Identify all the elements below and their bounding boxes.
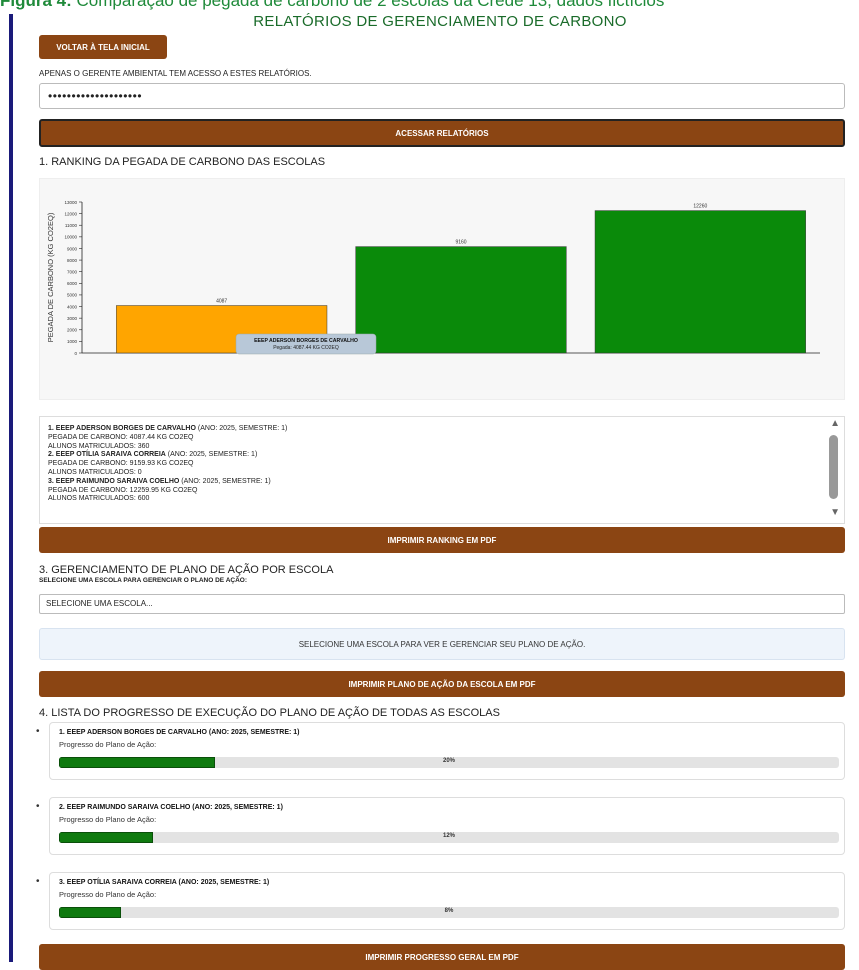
scroll-up-icon[interactable]: ▲ bbox=[830, 419, 840, 429]
ranking-item-pegada: PEGADA DE CARBONO: 4087.44 KG CO2EQ bbox=[48, 433, 194, 441]
progress-school-title: 3. EEEP OTÍLIA SARAIVA CORREIA (ANO: 202… bbox=[59, 879, 270, 886]
y-axis-label: PEGADA DE CARBONO (KG CO2EQ) bbox=[46, 212, 55, 342]
left-border bbox=[9, 14, 13, 962]
y-tick-label: 0 bbox=[74, 351, 77, 356]
ranking-item-meta: (ANO: 2025, SEMESTRE: 1) bbox=[179, 477, 271, 485]
list-bullet: • bbox=[36, 726, 40, 737]
ranking-item-alunos: ALUNOS MATRICULADOS: 600 bbox=[48, 495, 150, 503]
bar-value-label: 4087 bbox=[216, 299, 227, 305]
bar-value-label: 12260 bbox=[693, 204, 707, 210]
ranking-chart-svg: 0 1000 2000 3000 4000 5000 6000 7000 8000 9000 100… bbox=[46, 200, 820, 356]
progress-bar: 12% bbox=[59, 832, 839, 843]
y-tick-label: 8000 bbox=[67, 258, 78, 263]
bar bbox=[355, 246, 567, 354]
scroll-down-icon[interactable]: ▼ bbox=[830, 508, 840, 518]
y-tick-label: 6000 bbox=[67, 281, 78, 286]
ranking-list[interactable]: 1. EEEP ADERSON BORGES DE CARVALHO (ANO:… bbox=[39, 416, 845, 524]
ranking-item-name: 2. EEEP OTÍLIA SARAIVA CORREIA bbox=[48, 451, 166, 459]
page-title: RELATÓRIOS DE GERENCIAMENTO DE CARBONO bbox=[253, 13, 627, 30]
school-select-label: SELECIONE UMA ESCOLA PARA GERENCIAR O PL… bbox=[39, 577, 248, 584]
section-plan-title: 3. GERENCIAMENTO DE PLANO DE AÇÃO POR ES… bbox=[39, 564, 334, 576]
progress-label: Progresso do Plano de Ação: bbox=[59, 890, 157, 899]
ranking-item-title: 2. EEEP OTÍLIA SARAIVA CORREIA (ANO: 202… bbox=[48, 451, 814, 460]
ranking-item-pegada: PEGADA DE CARBONO: 12259.95 KG CO2EQ bbox=[48, 486, 198, 494]
y-tick-label: 4000 bbox=[67, 304, 78, 309]
y-tick-label: 13000 bbox=[64, 200, 77, 205]
tooltip-title: EEEP ADERSON BORGES DE CARVALHO bbox=[254, 338, 358, 344]
progress-card: 3. EEEP OTÍLIA SARAIVA CORREIA (ANO: 202… bbox=[49, 872, 845, 930]
y-tick-label: 3000 bbox=[67, 316, 78, 321]
bar bbox=[594, 210, 806, 354]
back-home-button[interactable]: VOLTAR À TELA INICIAL bbox=[39, 35, 167, 59]
progress-label: Progresso do Plano de Ação: bbox=[59, 815, 157, 824]
section-progress-title: 4. LISTA DO PROGRESSO DE EXECUÇÃO DO PLA… bbox=[39, 707, 500, 719]
chart-tooltip bbox=[235, 333, 377, 355]
ranking-item-name: 1. EEEP ADERSON BORGES DE CARVALHO bbox=[48, 425, 196, 432]
school-select[interactable]: SELECIONE UMA ESCOLA... bbox=[39, 594, 845, 614]
progress-percent: 20% bbox=[442, 758, 455, 764]
ranking-item-pegada: PEGADA DE CARBONO: 9159.93 KG CO2EQ bbox=[48, 460, 194, 468]
scrollbar-thumb[interactable] bbox=[829, 435, 838, 499]
bar-value-label: 9160 bbox=[455, 240, 466, 246]
y-tick-label: 11000 bbox=[65, 223, 78, 228]
figure-label: Figura 4: bbox=[0, 0, 72, 10]
figure-caption-text: Comparação de pegada de carbono de 2 esc… bbox=[71, 0, 665, 10]
password-field[interactable]: •••••••••••••••••••• bbox=[39, 83, 845, 109]
y-tick-label: 12000 bbox=[64, 211, 77, 216]
progress-school-title: 2. EEEP RAIMUNDO SARAIVA COELHO (ANO: 20… bbox=[59, 804, 283, 811]
access-reports-button[interactable]: ACESSAR RELATÓRIOS bbox=[39, 119, 845, 147]
figure-caption: Figura 4: Comparação de pegada de carbon… bbox=[0, 0, 859, 11]
tooltip-text: Pegada: 4087.44 KG CO2EQ bbox=[273, 345, 339, 351]
progress-school-title: 1. EEEP ADERSON BORGES DE CARVALHO (ANO:… bbox=[59, 729, 300, 736]
y-tick-label: 5000 bbox=[67, 293, 78, 298]
ranking-item-name: 3. EEEP RAIMUNDO SARAIVA COELHO bbox=[48, 477, 180, 485]
access-note: APENAS O GERENTE AMBIENTAL TEM ACESSO A … bbox=[39, 69, 312, 78]
ranking-item-title: 3. EEEP RAIMUNDO SARAIVA COELHO (ANO: 20… bbox=[48, 478, 814, 487]
ranking-item-meta: (ANO: 2025, SEMESTRE: 1) bbox=[165, 451, 258, 459]
progress-percent: 12% bbox=[442, 833, 455, 839]
y-tick-label: 10000 bbox=[64, 235, 77, 240]
progress-card: 2. EEEP RAIMUNDO SARAIVA COELHO (ANO: 20… bbox=[49, 797, 845, 855]
y-tick-label: 7000 bbox=[67, 269, 78, 274]
progress-card: 1. EEEP ADERSON BORGES DE CARVALHO (ANO:… bbox=[49, 722, 845, 780]
ranking-chart: 0 1000 2000 3000 4000 5000 6000 7000 8000 9000 100… bbox=[39, 178, 845, 400]
y-tick-label: 2000 bbox=[67, 328, 78, 333]
progress-bar: 20% bbox=[59, 757, 839, 768]
progress-label: Progresso do Plano de Ação: bbox=[59, 740, 157, 749]
progress-bar: 8% bbox=[59, 907, 839, 918]
print-plan-button[interactable]: IMPRIMIR PLANO DE AÇÃO DA ESCOLA EM PDF bbox=[39, 671, 845, 697]
print-ranking-button[interactable]: IMPRIMIR RANKING EM PDF bbox=[39, 527, 845, 553]
ranking-item-meta: (ANO: 2025, SEMESTRE: 1) bbox=[195, 425, 288, 432]
ranking-item-alunos: ALUNOS MATRICULADOS: 0 bbox=[48, 468, 142, 476]
y-tick-label: 1000 bbox=[67, 339, 78, 344]
list-bullet: • bbox=[36, 801, 40, 812]
section-ranking-title: 1. RANKING DA PEGADA DE CARBONO DAS ESCO… bbox=[39, 156, 326, 168]
ranking-item-title: 1. EEEP ADERSON BORGES DE CARVALHO (ANO:… bbox=[48, 425, 814, 434]
y-tick-label: 9000 bbox=[67, 246, 78, 251]
progress-percent: 8% bbox=[444, 908, 454, 914]
print-progress-button[interactable]: IMPRIMIR PROGRESSO GERAL EM PDF bbox=[39, 944, 845, 970]
info-message: SELECIONE UMA ESCOLA PARA VER E GERENCIA… bbox=[39, 628, 845, 660]
list-bullet: • bbox=[36, 876, 40, 887]
